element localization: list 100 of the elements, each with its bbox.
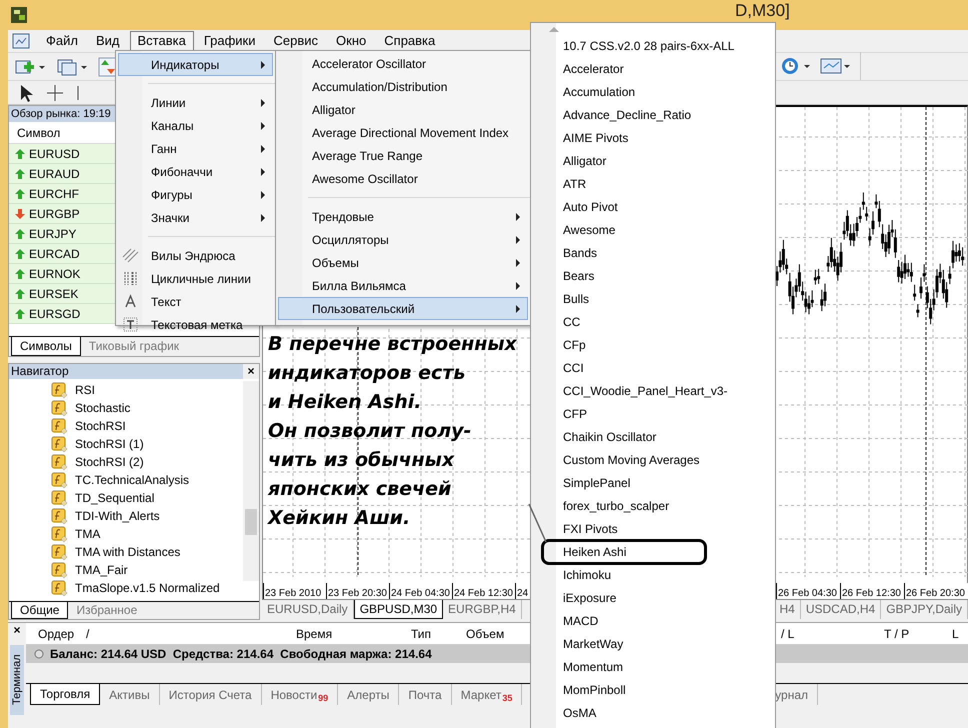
panel-title: Терминал <box>10 645 24 715</box>
menu-item[interactable]: Chaikin Oscillator <box>531 428 656 446</box>
tree-item[interactable]: RSI <box>75 381 96 399</box>
menu-item[interactable]: Фигуры <box>118 183 273 206</box>
tab[interactable]: Избранное <box>68 602 146 619</box>
tab[interactable]: Общие <box>11 602 68 619</box>
close-button[interactable]: × <box>13 623 20 637</box>
menu-item[interactable]: Билла Вильямса <box>278 274 528 297</box>
menu-item[interactable]: Вставка <box>130 30 194 52</box>
indicator-icon <box>51 436 69 452</box>
menu-item[interactable]: Справка <box>376 30 444 52</box>
menu-item[interactable]: Bulls <box>531 290 590 308</box>
menu-item[interactable]: Average True Range <box>278 144 528 167</box>
tree-item[interactable]: TMA with Distances <box>75 543 180 561</box>
submenu-arrow-icon <box>260 60 266 68</box>
column-header: T / P <box>884 626 910 642</box>
menu-item[interactable]: 10.7 CSS.v2.0 28 pairs-6xx-ALL <box>531 36 734 54</box>
tab[interactable]: Символы <box>11 337 81 356</box>
submenu-arrow-icon <box>515 236 521 244</box>
tree-item[interactable]: TMA <box>75 525 100 543</box>
tree-item[interactable]: StochRSI (1) <box>75 435 144 453</box>
menu-item[interactable]: MACD <box>531 612 598 630</box>
tab[interactable]: USDCAD,H4 <box>800 600 882 619</box>
menu-item[interactable]: Accumulation/Distribution <box>278 75 528 98</box>
menu-item[interactable]: iExposure <box>531 588 616 606</box>
column-header: Тип <box>411 626 432 642</box>
axis-label: 24 Feb 12:30 <box>454 588 513 599</box>
tab[interactable]: GBPJPY,Daily <box>881 600 968 619</box>
menu-item[interactable]: AIME Pivots <box>531 128 628 146</box>
axis-label: 24 Feb 04:30 <box>391 588 450 599</box>
menu-item[interactable]: Вид <box>88 30 128 52</box>
cursor-icon <box>18 84 34 102</box>
tab[interactable]: EURGBP,H4 <box>443 600 522 619</box>
tree-item[interactable]: TmaSlope.v1.5 Normalized <box>75 579 220 597</box>
menu-item[interactable]: Трендовые <box>278 205 528 228</box>
tree-item[interactable]: StochRSI (2) <box>75 453 144 471</box>
scrollbar[interactable] <box>243 381 259 581</box>
menu-item[interactable]: CCI <box>531 358 584 376</box>
menu-item[interactable]: Average Directional Movement Index <box>278 121 528 144</box>
menu-item[interactable]: Файл <box>38 30 86 52</box>
symbol-cell-text: EURCHF <box>29 186 79 202</box>
menu-item[interactable]: Alligator <box>531 152 606 170</box>
column-header: Объем <box>466 626 504 642</box>
menu-item[interactable]: Фибоначчи <box>118 160 273 183</box>
menu-item[interactable]: CFp <box>531 336 586 354</box>
tab[interactable]: Активы <box>100 684 160 705</box>
tree-item[interactable]: TD_Sequential <box>75 489 154 507</box>
menu-item[interactable]: Momentum <box>531 658 624 676</box>
menu-item[interactable]: Awesome <box>531 220 616 238</box>
menu-item[interactable]: Ichimoku <box>531 566 612 584</box>
tab[interactable]: Алерты <box>338 684 400 705</box>
menu-item[interactable]: Advance_Decline_Ratio <box>531 106 692 124</box>
symbol-cell-text: EURSEK <box>29 286 78 302</box>
menu-item[interactable]: CFP <box>531 404 587 422</box>
tree-item[interactable]: TMA_Fair <box>75 561 128 579</box>
menu-item[interactable]: MomPinboll <box>531 680 626 698</box>
tab[interactable]: Тиковый график <box>80 337 188 356</box>
tab[interactable]: GBPUSD,M30 <box>354 600 444 619</box>
menu-item[interactable]: CCI_Woodie_Panel_Heart_v3- <box>531 382 728 400</box>
menu-item[interactable]: Accelerator Oscillator <box>278 52 528 75</box>
column-header: / L <box>781 626 794 642</box>
menu-item[interactable]: Awesome Oscillator <box>278 167 528 190</box>
menu-item[interactable]: Осцилляторы <box>278 228 528 251</box>
menu-item[interactable]: forex_turbo_scalper <box>531 496 670 514</box>
menu-item[interactable]: CC <box>531 312 580 330</box>
menu-item[interactable]: Custom Moving Averages <box>531 450 700 468</box>
menu-item[interactable]: SimplePanel <box>531 474 630 492</box>
menu-item[interactable]: Auto Pivot <box>531 198 618 216</box>
menu-item[interactable]: MarketWay <box>531 634 624 652</box>
tree-item[interactable]: Stochastic <box>75 399 130 417</box>
menu-item[interactable]: Значки <box>118 206 273 229</box>
menu-item[interactable]: Accumulation <box>531 82 636 100</box>
menu-item[interactable]: Цикличные линии <box>118 267 273 290</box>
menu-item[interactable]: Сервис <box>266 30 326 52</box>
menu-item[interactable]: Текст <box>118 290 273 313</box>
tab[interactable]: История Счета <box>160 684 262 705</box>
close-button[interactable]: × <box>243 364 259 379</box>
column-header: Время <box>296 626 332 642</box>
menu-item[interactable]: FXI Pivots <box>531 520 618 538</box>
menu-item[interactable]: OsMA <box>531 704 596 722</box>
menu-item[interactable]: Bands <box>531 244 598 262</box>
menu-item[interactable]: Heiken Ashi <box>531 542 626 560</box>
menu-item[interactable]: Bears <box>531 266 594 284</box>
tab[interactable]: Торговля <box>30 684 100 705</box>
menu-item[interactable]: Alligator <box>278 98 528 121</box>
menu-item[interactable]: Индикаторы <box>118 53 273 76</box>
scroll-up-arrow-icon <box>549 26 559 32</box>
menu-item[interactable]: Вилы Эндрюса <box>118 244 273 267</box>
menu-item[interactable]: ATR <box>531 174 586 192</box>
tree-item[interactable]: StochRSI <box>75 417 126 435</box>
tree-item[interactable]: TC.TechnicalAnalysis <box>75 471 190 489</box>
axis-label: 23 Feb 2010 <box>265 588 322 599</box>
tab[interactable]: Почта <box>399 684 452 705</box>
menu-item[interactable]: Графики <box>196 30 264 52</box>
menu-item[interactable]: Объемы <box>278 251 528 274</box>
submenu-arrow-icon <box>260 190 266 198</box>
tree-item[interactable]: TDI-With_Alerts <box>75 507 160 525</box>
menu-item[interactable]: Окно <box>328 30 374 52</box>
menu-item[interactable]: Accelerator <box>531 60 624 78</box>
menu-item[interactable]: Пользовательский <box>278 297 528 320</box>
